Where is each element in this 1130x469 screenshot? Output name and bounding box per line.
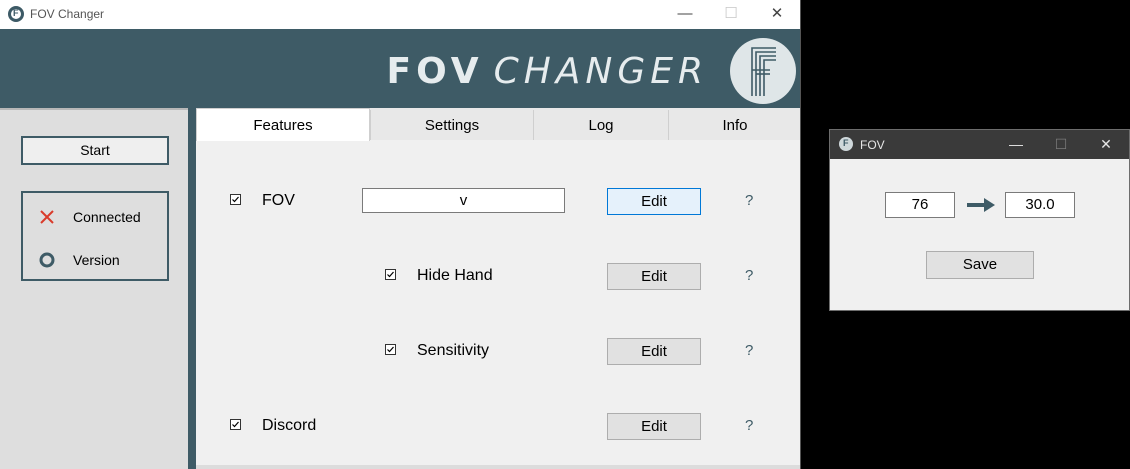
header-banner: FOV CHANGER bbox=[0, 29, 800, 108]
tab-info[interactable]: Info bbox=[668, 110, 800, 140]
discord-help-link[interactable]: ? bbox=[745, 417, 753, 434]
sensitivity-edit-button[interactable]: Edit bbox=[607, 338, 701, 365]
sensitivity-help-link[interactable]: ? bbox=[745, 342, 753, 359]
main-window: FOV Changer — ☐ ✕ FOVCHANGER Start bbox=[0, 0, 801, 469]
content-bottom-edge bbox=[196, 465, 800, 469]
tab-features[interactable]: Features bbox=[196, 108, 370, 141]
hide-hand-help-link[interactable]: ? bbox=[745, 267, 753, 284]
status-label: Version bbox=[73, 252, 120, 268]
circle-icon bbox=[37, 250, 57, 270]
feature-label: Sensitivity bbox=[417, 342, 490, 359]
feature-label: FOV bbox=[262, 192, 295, 209]
sidebar: Start Connected Version bbox=[0, 108, 188, 469]
title-bar[interactable]: FOV Changer — ☐ ✕ bbox=[0, 0, 800, 29]
logo-icon bbox=[730, 38, 796, 104]
feature-row-hide-hand: Hide Hand Edit ? bbox=[196, 263, 800, 290]
feature-label: Discord bbox=[262, 417, 317, 434]
fov-key-input[interactable] bbox=[362, 188, 565, 213]
start-button[interactable]: Start bbox=[21, 136, 169, 165]
popup-title-bar[interactable]: FOV — ☐ ✕ bbox=[830, 130, 1129, 159]
save-button[interactable]: Save bbox=[926, 251, 1034, 279]
status-label: Connected bbox=[73, 209, 141, 225]
status-connected: Connected bbox=[23, 207, 167, 227]
minimize-button[interactable]: — bbox=[662, 0, 708, 29]
fov-to-field[interactable]: 30.0 bbox=[1005, 192, 1075, 218]
discord-edit-button[interactable]: Edit bbox=[607, 413, 701, 440]
sensitivity-checkbox[interactable] bbox=[385, 344, 396, 355]
arrow-right-icon bbox=[967, 198, 995, 212]
discord-checkbox[interactable] bbox=[230, 419, 241, 430]
feature-row-sensitivity: Sensitivity Edit ? bbox=[196, 338, 800, 365]
popup-minimize-button[interactable]: — bbox=[993, 130, 1039, 159]
fov-help-link[interactable]: ? bbox=[745, 192, 753, 209]
brand-title: FOV CHANGER bbox=[386, 51, 708, 92]
brand-bold: FOV bbox=[386, 51, 484, 92]
app-icon bbox=[8, 6, 24, 22]
maximize-button[interactable]: ☐ bbox=[708, 0, 754, 29]
window-title: FOV Changer bbox=[30, 7, 105, 21]
feature-row-discord: Discord Edit ? bbox=[196, 413, 800, 440]
sidebar-divider bbox=[188, 108, 196, 469]
fov-popup-window: FOV — ☐ ✕ 76 30.0 Save bbox=[829, 129, 1130, 311]
feature-row-fov: FOV Edit ? bbox=[196, 188, 800, 215]
popup-title: FOV bbox=[860, 138, 885, 152]
hide-hand-edit-button[interactable]: Edit bbox=[607, 263, 701, 290]
main-content: Features Settings Log Info FOV Edit ? Hi… bbox=[196, 108, 800, 469]
fov-edit-button[interactable]: Edit bbox=[607, 188, 701, 215]
popup-close-button[interactable]: ✕ bbox=[1083, 130, 1129, 159]
tab-settings[interactable]: Settings bbox=[370, 110, 533, 140]
hide-hand-checkbox[interactable] bbox=[385, 269, 396, 280]
close-button[interactable]: ✕ bbox=[754, 0, 800, 29]
status-panel: Connected Version bbox=[21, 191, 169, 281]
app-icon bbox=[839, 137, 853, 151]
status-version: Version bbox=[23, 250, 167, 270]
tab-bar: Features Settings Log Info bbox=[196, 108, 800, 141]
fov-checkbox[interactable] bbox=[230, 194, 241, 205]
fov-from-field[interactable]: 76 bbox=[885, 192, 955, 218]
tab-log[interactable]: Log bbox=[533, 110, 668, 140]
x-icon bbox=[37, 207, 57, 227]
feature-label: Hide Hand bbox=[417, 267, 493, 284]
popup-maximize-button[interactable]: ☐ bbox=[1038, 130, 1084, 159]
brand-light: CHANGER bbox=[493, 51, 708, 92]
